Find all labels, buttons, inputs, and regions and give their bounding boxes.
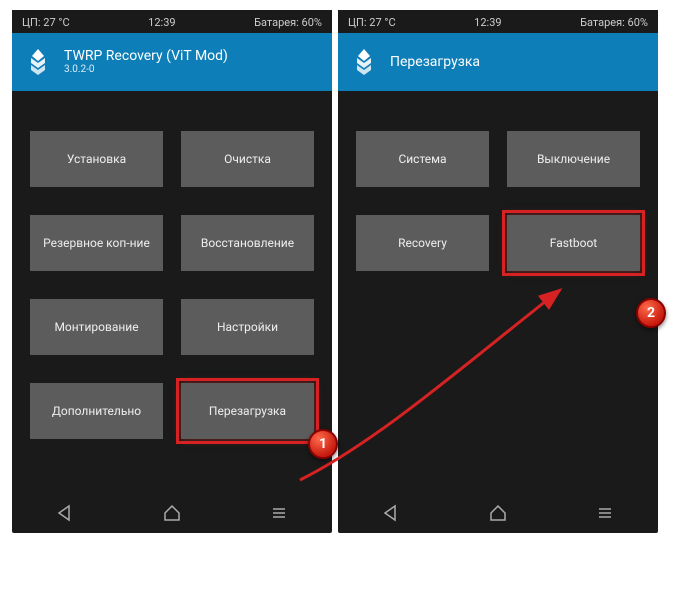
mount-button[interactable]: Монтирование: [30, 299, 163, 355]
status-time: 12:39: [474, 16, 501, 29]
reboot-button[interactable]: Перезагрузка: [181, 383, 314, 439]
restore-button[interactable]: Восстановление: [181, 215, 314, 271]
nav-bar: [338, 489, 658, 533]
recovery-button[interactable]: Recovery: [356, 215, 489, 271]
advanced-button[interactable]: Дополнительно: [30, 383, 163, 439]
nav-bar: [12, 489, 332, 533]
header-version: 3.0.2-0: [64, 64, 228, 76]
reboot-menu-grid: Система Выключение Recovery Fastboot: [338, 91, 658, 291]
header-title: Перезагрузка: [390, 54, 480, 71]
home-icon[interactable]: [162, 503, 182, 523]
status-bar: ЦП: 27 °C 12:39 Батарея: 60%: [12, 10, 332, 33]
status-battery: Батарея: 60%: [580, 16, 648, 29]
status-temp: ЦП: 27 °C: [348, 16, 396, 29]
annotation-badge-1: 1: [308, 429, 338, 459]
app-header: Перезагрузка: [338, 33, 658, 91]
header-title: TWRP Recovery (ViT Mod): [64, 48, 228, 65]
back-icon[interactable]: [55, 503, 75, 523]
twrp-logo-icon: [22, 46, 54, 78]
menu-icon[interactable]: [595, 503, 615, 523]
main-menu-grid: Установка Очистка Резервное коп-ние Восс…: [12, 91, 332, 459]
status-bar: ЦП: 27 °C 12:39 Батарея: 60%: [338, 10, 658, 33]
status-battery: Батарея: 60%: [254, 16, 322, 29]
status-temp: ЦП: 27 °C: [22, 16, 70, 29]
install-button[interactable]: Установка: [30, 131, 163, 187]
fastboot-button[interactable]: Fastboot: [507, 215, 640, 271]
wipe-button[interactable]: Очистка: [181, 131, 314, 187]
settings-button[interactable]: Настройки: [181, 299, 314, 355]
back-icon[interactable]: [381, 503, 401, 523]
app-header: TWRP Recovery (ViT Mod) 3.0.2-0: [12, 33, 332, 91]
phone-left: ЦП: 27 °C 12:39 Батарея: 60% TWRP Recove…: [12, 10, 332, 533]
poweroff-button[interactable]: Выключение: [507, 131, 640, 187]
menu-icon[interactable]: [269, 503, 289, 523]
twrp-logo-icon: [348, 46, 380, 78]
status-time: 12:39: [148, 16, 175, 29]
home-icon[interactable]: [488, 503, 508, 523]
annotation-badge-2: 2: [636, 298, 666, 328]
phone-right: ЦП: 27 °C 12:39 Батарея: 60% Перезагрузк…: [338, 10, 658, 533]
system-button[interactable]: Система: [356, 131, 489, 187]
backup-button[interactable]: Резервное коп-ние: [30, 215, 163, 271]
